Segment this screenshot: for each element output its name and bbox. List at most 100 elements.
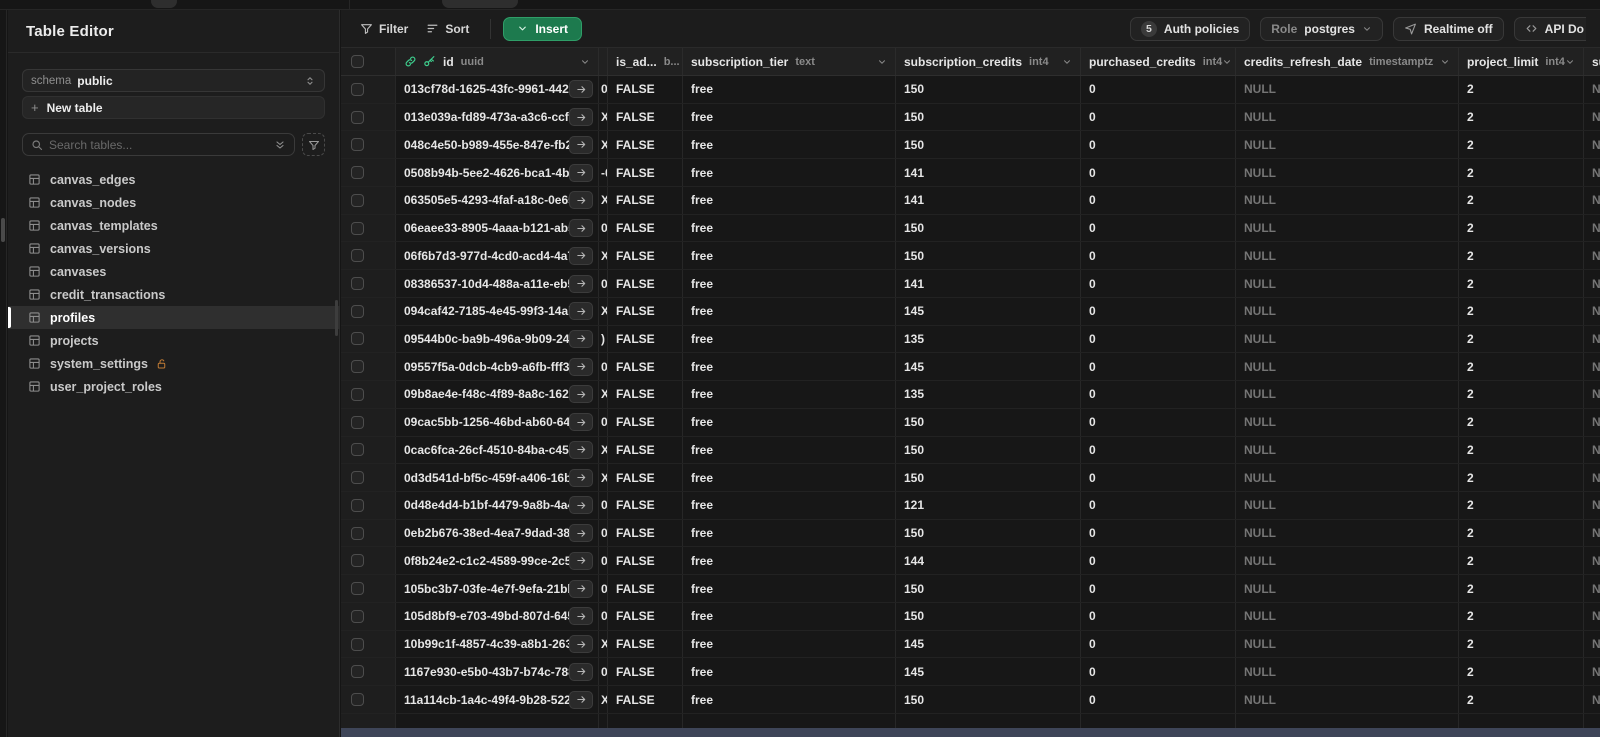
table-row[interactable]: 11a114cb-1a4c-49f4-9b28-52219ec... X FAL…	[341, 686, 1600, 714]
expand-row-button[interactable]	[569, 80, 593, 99]
row-checkbox[interactable]	[351, 471, 364, 485]
truncated-cell[interactable]: 0	[599, 519, 608, 547]
sidebar-scrollbar[interactable]	[335, 300, 338, 336]
table-row[interactable]: 10b99c1f-4857-4c39-a8b1-263b8... X FALSE…	[341, 630, 1600, 659]
subscription-credits-cell[interactable]: 150	[896, 436, 1081, 464]
credits-refresh-date-cell[interactable]: NULL	[1236, 408, 1459, 436]
subscription-tier-cell[interactable]: free	[683, 492, 896, 519]
expand-row-button[interactable]	[569, 163, 593, 182]
api-docs-button[interactable]: API Do	[1513, 16, 1586, 41]
subscription-credits-cell[interactable]: 150	[896, 242, 1081, 270]
truncated-right-cell[interactable]: NU	[1584, 409, 1600, 436]
id-cell[interactable]: 048c4e50-b989-455e-847e-fb2f...	[396, 131, 599, 159]
project-limit-cell[interactable]: 2	[1459, 575, 1584, 602]
purchased-credits-cell[interactable]: 0	[1081, 159, 1236, 186]
truncated-right-cell[interactable]: NU	[1584, 159, 1600, 186]
table-row[interactable]: 063505e5-4293-4faf-a18c-0e65b... X FALSE…	[341, 186, 1600, 215]
project-limit-cell[interactable]: 2	[1459, 630, 1584, 658]
subscription-credits-cell[interactable]: 150	[896, 408, 1081, 436]
credits-refresh-date-cell[interactable]: NULL	[1236, 297, 1459, 325]
purchased-credits-cell[interactable]: 0	[1081, 325, 1236, 353]
credits-refresh-date-cell[interactable]: NULL	[1236, 575, 1459, 602]
truncated-right-cell[interactable]: NU	[1584, 326, 1600, 353]
row-checkbox[interactable]	[351, 387, 364, 401]
subscription-credits-cell[interactable]: 145	[896, 297, 1081, 325]
purchased-credits-cell[interactable]: 0	[1081, 353, 1236, 381]
id-cell[interactable]: 0d48e4d4-b1bf-4479-9a8b-4a4b...	[396, 492, 599, 519]
purchased-credits-cell[interactable]: 0	[1081, 547, 1236, 575]
truncated-cell[interactable]: X	[599, 131, 608, 159]
subscription-credits-cell[interactable]: 145	[896, 658, 1081, 686]
project-limit-cell[interactable]: 2	[1459, 464, 1584, 492]
id-cell[interactable]: 09544b0c-ba9b-496a-9b09-244...	[396, 325, 599, 353]
truncated-right-cell[interactable]: NU	[1584, 492, 1600, 519]
id-cell[interactable]: 105bc3b7-03fe-4e7f-9efa-21bb40...	[396, 575, 599, 602]
truncated-cell[interactable]: X	[599, 297, 608, 325]
project-limit-cell[interactable]: 2	[1459, 270, 1584, 297]
truncated-cell[interactable]: 0(	[599, 547, 608, 575]
subscription-tier-cell[interactable]: free	[683, 270, 896, 297]
subscription-tier-cell[interactable]: free	[683, 159, 896, 186]
id-cell[interactable]: 1167e930-e5b0-43b7-b74c-788c9...	[396, 658, 599, 686]
column-header-id[interactable]: id uuid	[396, 48, 599, 75]
truncated-right-cell[interactable]: NU	[1584, 353, 1600, 380]
row-checkbox[interactable]	[351, 138, 364, 152]
project-limit-cell[interactable]: 2	[1459, 159, 1584, 186]
truncated-cell[interactable]: X	[599, 630, 608, 658]
purchased-credits-cell[interactable]: 0	[1081, 76, 1236, 103]
chevron-down-icon[interactable]	[1565, 57, 1575, 67]
project-limit-cell[interactable]: 2	[1459, 658, 1584, 686]
credits-refresh-date-cell[interactable]: NULL	[1236, 381, 1459, 408]
horizontal-scrollbar[interactable]	[341, 728, 1600, 737]
is-admin-cell[interactable]: FALSE	[608, 103, 683, 131]
row-checkbox[interactable]	[351, 582, 364, 596]
subscription-tier-cell[interactable]: free	[683, 214, 896, 242]
id-cell[interactable]: 0cac6fca-26cf-4510-84ba-c4580...	[396, 436, 599, 464]
sidebar-table-item[interactable]: canvas_edges	[8, 168, 340, 191]
expand-row-button[interactable]	[569, 440, 593, 459]
table-row[interactable]: 09cac5bb-1256-46bd-ab60-64ed... 0 FALSE …	[341, 408, 1600, 437]
search-tables-input[interactable]: Search tables...	[22, 133, 295, 156]
subscription-tier-cell[interactable]: free	[683, 519, 896, 547]
expand-row-button[interactable]	[569, 108, 593, 127]
truncated-cell[interactable]: 0	[599, 575, 608, 602]
credits-refresh-date-cell[interactable]: NULL	[1236, 519, 1459, 547]
row-checkbox[interactable]	[351, 110, 364, 124]
subscription-tier-cell[interactable]: free	[683, 658, 896, 686]
credits-refresh-date-cell[interactable]: NULL	[1236, 159, 1459, 186]
subscription-credits-cell[interactable]: 145	[896, 630, 1081, 658]
credits-refresh-date-cell[interactable]: NULL	[1236, 76, 1459, 103]
table-row[interactable]: 0cac6fca-26cf-4510-84ba-c4580... X FALSE…	[341, 436, 1600, 465]
expand-row-button[interactable]	[569, 329, 593, 348]
table-row[interactable]: 08386537-10d4-488a-a11e-eb5a6... 0 FALSE…	[341, 270, 1600, 298]
credits-refresh-date-cell[interactable]: NULL	[1236, 436, 1459, 464]
purchased-credits-cell[interactable]: 0	[1081, 270, 1236, 297]
subscription-credits-cell[interactable]: 150	[896, 686, 1081, 713]
id-cell[interactable]: 06eaee33-8905-4aaa-b121-ab552...	[396, 214, 599, 242]
sidebar-table-item[interactable]: system_settings	[8, 352, 340, 375]
id-cell[interactable]: 0d3d541d-bf5c-459f-a406-16b93...	[396, 464, 599, 492]
purchased-credits-cell[interactable]: 0	[1081, 575, 1236, 602]
credits-refresh-date-cell[interactable]: NULL	[1236, 131, 1459, 159]
purchased-credits-cell[interactable]: 0	[1081, 519, 1236, 547]
project-limit-cell[interactable]: 2	[1459, 492, 1584, 519]
id-cell[interactable]: 11a114cb-1a4c-49f4-9b28-52219ec...	[396, 686, 599, 713]
table-row[interactable]: 1167e930-e5b0-43b7-b74c-788c9... 0 FALSE…	[341, 658, 1600, 687]
column-header-subscription-tier[interactable]: subscription_tier text	[683, 48, 896, 75]
expand-row-button[interactable]	[569, 579, 593, 598]
truncated-cell[interactable]: 0	[599, 270, 608, 297]
purchased-credits-cell[interactable]: 0	[1081, 630, 1236, 658]
project-limit-cell[interactable]: 2	[1459, 408, 1584, 436]
chevron-down-icon[interactable]	[1440, 57, 1450, 67]
subscription-tier-cell[interactable]: free	[683, 76, 896, 103]
subscription-credits-cell[interactable]: 150	[896, 464, 1081, 492]
schema-select[interactable]: schema public	[22, 69, 325, 92]
chevron-down-icon[interactable]	[1062, 57, 1072, 67]
truncated-right-cell[interactable]: NU	[1584, 215, 1600, 242]
table-row[interactable]: 09544b0c-ba9b-496a-9b09-244... ) FALSE f…	[341, 325, 1600, 354]
sidebar-table-item[interactable]: canvas_versions	[8, 237, 340, 260]
truncated-cell[interactable]: 0	[599, 492, 608, 519]
truncated-cell[interactable]: X	[599, 436, 608, 464]
project-limit-cell[interactable]: 2	[1459, 436, 1584, 464]
table-row[interactable]: 105d8bf9-e703-49bd-807d-645e... 0 FALSE …	[341, 602, 1600, 631]
